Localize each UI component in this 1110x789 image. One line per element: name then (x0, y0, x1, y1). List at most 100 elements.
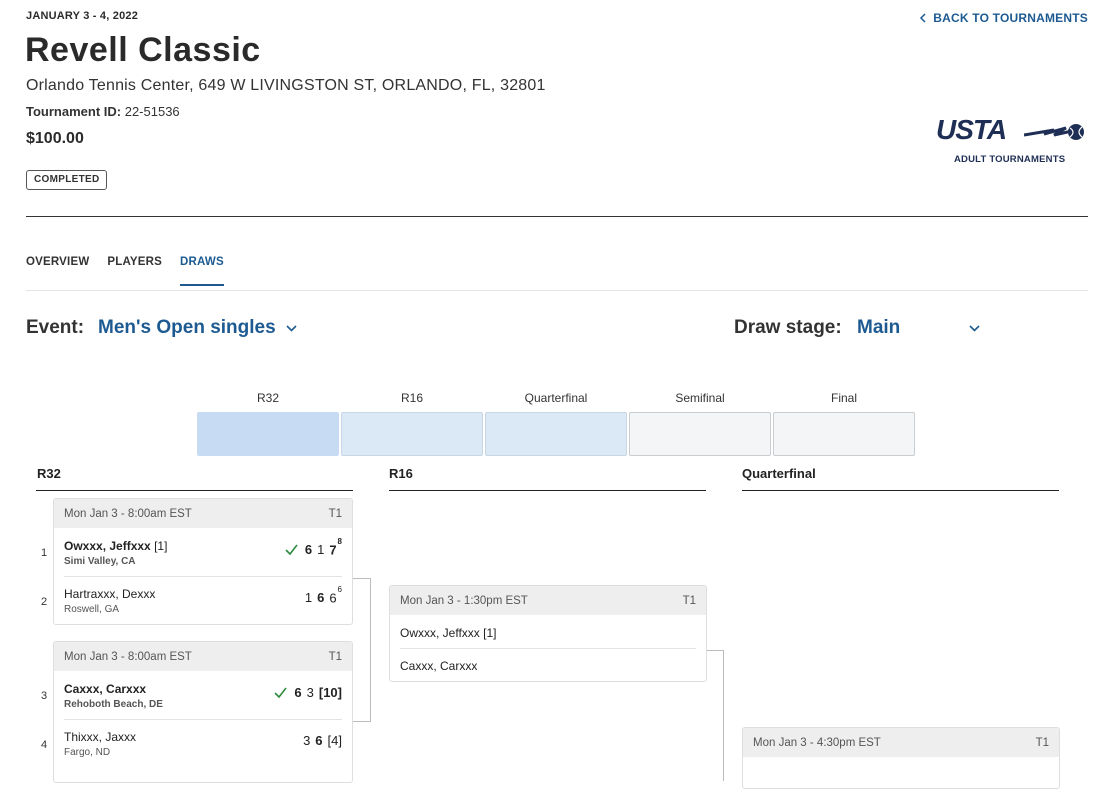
draw-position: 3 (41, 690, 48, 702)
set-score: 78 (329, 537, 342, 558)
tiebreak-score: 6 (337, 585, 342, 594)
player-name[interactable]: Hartraxxx, Dexxx (64, 587, 155, 601)
status-badge: COMPLETED (26, 170, 108, 190)
draw-stage-label: Draw stage: (734, 317, 842, 338)
tab-draws[interactable]: DRAWS (180, 256, 224, 286)
match-header: Mon Jan 3 - 8:00am EST T1 (54, 642, 352, 671)
round-nav-r32[interactable]: R32 (197, 390, 339, 456)
match-card[interactable]: Mon Jan 3 - 8:00am EST T1 Owxxx, Jeffxxx… (53, 498, 353, 625)
player-seed: [1] (154, 539, 168, 553)
round-nav-box (773, 412, 915, 456)
match-header: Mon Jan 3 - 1:30pm EST T1 (390, 586, 706, 615)
winner-check-icon (274, 687, 288, 699)
player-score: 6 3 [10] (274, 685, 342, 700)
set-score: [10] (318, 685, 342, 700)
set-score: [4] (327, 733, 342, 748)
match-time: Mon Jan 3 - 8:00am EST (64, 650, 192, 663)
player-name-text: Caxxx, Carxxx (400, 659, 478, 673)
round-nav-semifinal[interactable]: Semifinal (629, 390, 771, 456)
round-nav-label: Quarterfinal (524, 391, 588, 405)
set-score: 6 (294, 685, 302, 700)
tournament-price: $100.00 (26, 130, 84, 147)
tennis-ball-swoosh-icon (1024, 124, 1084, 140)
draw-position: 4 (41, 739, 48, 751)
event-label: Event: (26, 317, 85, 338)
round-nav-r16[interactable]: R16 (341, 390, 483, 456)
player-location: Rehoboth Beach, DE (64, 699, 163, 710)
back-to-tournaments-link[interactable]: BACK TO TOURNAMENTS (919, 11, 1088, 25)
player-score: 1 6 66 (304, 585, 342, 606)
match-court: T1 (682, 594, 696, 607)
match-card[interactable]: Mon Jan 3 - 1:30pm EST T1 Owxxx, Jeffxxx… (389, 585, 707, 682)
match-time: Mon Jan 3 - 1:30pm EST (400, 594, 528, 607)
player-row: Owxxx, Jeffxxx [1] Simi Valley, CA 6 1 7… (54, 528, 352, 576)
set-score: 3 (306, 685, 314, 700)
round-nav-label: Semifinal (675, 391, 725, 405)
set-score: 6 (317, 590, 325, 605)
draw-position: 1 (41, 547, 48, 559)
usta-logo: USTA ADULT TOURNAMENTS (936, 116, 1086, 170)
column-rule (389, 490, 706, 491)
player-name-text: Hartraxxx, Dexxx (64, 587, 156, 601)
player-name-text: Thixxx, Jaxxx (64, 730, 137, 744)
set-score-value: 7 (329, 542, 337, 558)
tournament-id: Tournament ID: 22-51536 (26, 104, 180, 119)
set-score: 6 (304, 542, 313, 557)
round-nav-quarterfinal[interactable]: Quarterfinal (485, 390, 627, 456)
match-card[interactable]: Mon Jan 3 - 8:00am EST T1 Caxxx, Carxxx … (53, 641, 353, 783)
chevron-left-icon (920, 13, 926, 23)
match-time: Mon Jan 3 - 4:30pm EST (753, 736, 881, 749)
row-divider (400, 648, 696, 649)
draw-stage-value: Main (857, 317, 901, 338)
tabs-divider (26, 290, 1088, 291)
player-name[interactable]: Owxxx, Jeffxxx [1] (400, 626, 496, 640)
set-score: 3 (303, 733, 311, 748)
chevron-down-icon (286, 324, 297, 332)
event-dropdown[interactable]: Men's Open singles (98, 317, 297, 339)
bracket-connector (706, 650, 724, 781)
back-link-label: BACK TO TOURNAMENTS (933, 11, 1088, 25)
round-nav-box (485, 412, 627, 456)
tab-players[interactable]: PLAYERS (107, 256, 162, 286)
round-nav-label: R16 (400, 391, 423, 405)
player-row: Owxxx, Jeffxxx [1] (390, 615, 706, 648)
player-seed: [1] (483, 626, 497, 640)
tournament-id-value: 22-51536 (124, 104, 180, 119)
round-nav-final[interactable]: Final (773, 390, 915, 456)
round-nav-box (197, 412, 339, 456)
match-court: T1 (328, 650, 342, 663)
column-header-r16: R16 (389, 466, 413, 481)
player-name[interactable]: Caxxx, Carxxx (400, 659, 477, 673)
draw-stage-dropdown[interactable]: Main (857, 317, 982, 339)
tournament-venue: Orlando Tennis Center, 649 W LIVINGSTON … (26, 77, 546, 94)
player-row: Caxxx, Carxxx Rehoboth Beach, DE 6 3 [10… (54, 671, 352, 719)
set-score-value: 6 (329, 590, 337, 606)
player-name[interactable]: Caxxx, Carxxx (64, 682, 146, 696)
chevron-down-icon (969, 325, 980, 332)
set-score: 1 (304, 590, 313, 605)
player-row: Thixxx, Jaxxx Fargo, ND 3 6 [4] (54, 719, 352, 767)
round-nav-box (629, 412, 771, 456)
tournament-tabs: OVERVIEW PLAYERS DRAWS (26, 256, 224, 286)
tab-overview[interactable]: OVERVIEW (26, 256, 89, 286)
player-location: Fargo, ND (64, 747, 111, 758)
bracket-connector (353, 578, 371, 722)
player-row: Caxxx, Carxxx (390, 648, 706, 681)
match-card[interactable]: Mon Jan 3 - 4:30pm EST T1 (742, 727, 1060, 789)
player-name-text: Owxxx, Jeffxxx (64, 539, 151, 553)
player-name[interactable]: Owxxx, Jeffxxx [1] (64, 539, 167, 553)
match-header: Mon Jan 3 - 8:00am EST T1 (54, 499, 352, 528)
column-header-r32: R32 (37, 466, 61, 481)
match-court: T1 (328, 507, 342, 520)
player-score: 3 6 [4] (303, 733, 342, 748)
set-score: 6 (315, 733, 323, 748)
row-divider (64, 576, 342, 577)
round-nav-box (341, 412, 483, 456)
draw-position: 2 (41, 596, 48, 608)
tournament-title: Revell Classic (25, 31, 261, 69)
row-divider (64, 719, 342, 720)
player-location: Roswell, GA (64, 604, 120, 615)
column-header-quarterfinal: Quarterfinal (742, 466, 816, 481)
logo-subtitle: ADULT TOURNAMENTS (954, 154, 1066, 165)
player-name[interactable]: Thixxx, Jaxxx (64, 730, 136, 744)
